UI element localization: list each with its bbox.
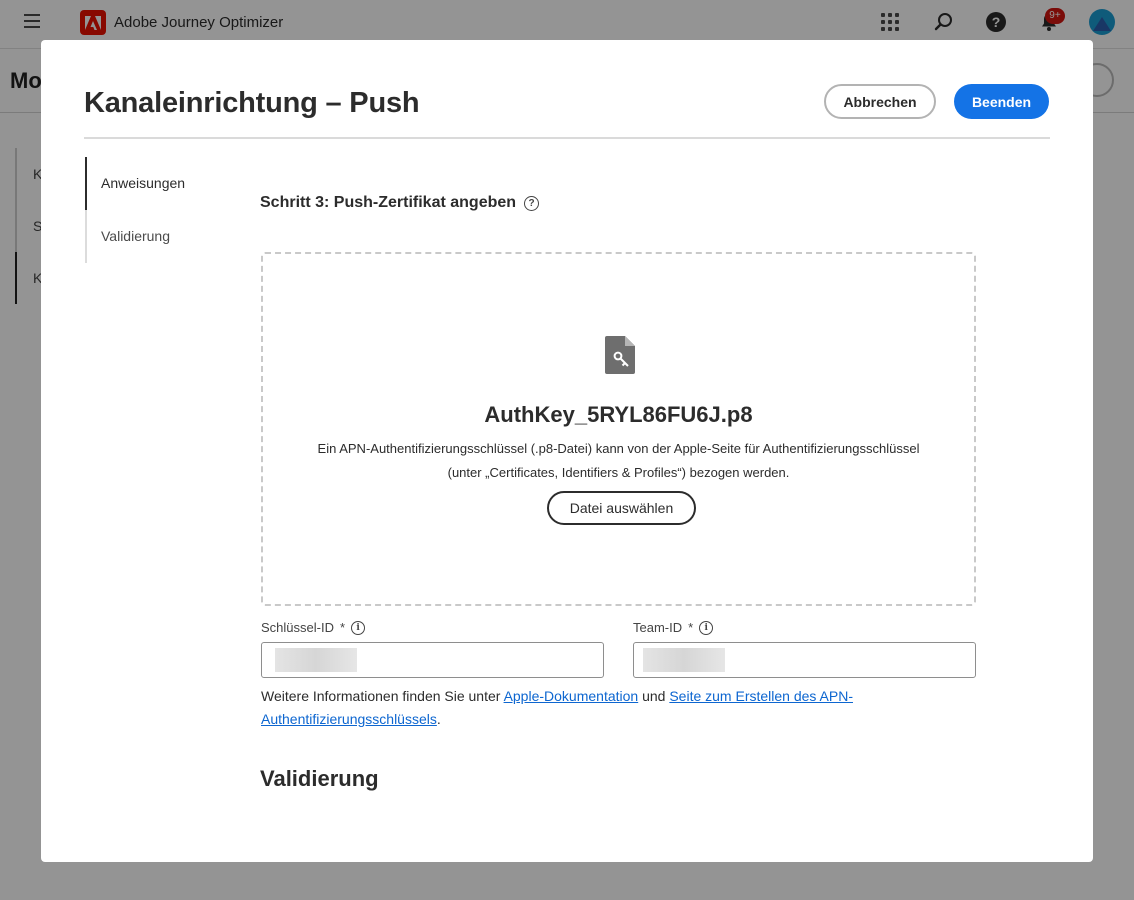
redacted-value: [643, 648, 725, 672]
team-id-label-text: Team-ID: [633, 620, 683, 635]
finish-button[interactable]: Beenden: [954, 84, 1049, 119]
step-heading-text: Schritt 3: Push-Zertifikat angeben: [260, 194, 517, 211]
step-heading: Schritt 3: Push-Zertifikat angeben ?: [260, 194, 540, 212]
info-icon[interactable]: i: [699, 620, 714, 635]
dropzone-description: Ein APN-Authentifizierungsschlüssel (.p8…: [293, 437, 944, 485]
help-circle-icon[interactable]: ?: [524, 195, 540, 211]
modal-title: Kanaleinrichtung – Push: [84, 87, 420, 119]
dropzone-description-line: Ein APN-Authentifizierungsschlüssel (.p8…: [317, 441, 920, 456]
key-id-label: Schlüssel-ID * i: [261, 620, 366, 635]
required-mark: *: [688, 620, 694, 635]
key-id-label-text: Schlüssel-ID: [261, 620, 334, 635]
modal-side-nav: Anweisungen Validierung: [85, 157, 225, 263]
apple-docs-link[interactable]: Apple-Dokumentation: [504, 688, 639, 704]
more-info-text: Weitere Informationen finden Sie unter A…: [261, 685, 961, 731]
info-icon[interactable]: i: [351, 620, 366, 635]
file-name: AuthKey_5RYL86FU6J.p8: [484, 402, 753, 427]
file-key-icon: [605, 336, 635, 374]
more-info-suffix: .: [436, 711, 441, 727]
cancel-button[interactable]: Abbrechen: [824, 84, 936, 119]
more-info-middle: und: [638, 688, 670, 704]
side-nav-item-validation[interactable]: Validierung: [85, 210, 225, 263]
modal-divider: [84, 137, 1050, 139]
dropzone-description-line: (unter „Certificates, Identifiers & Prof…: [447, 465, 790, 480]
choose-file-button[interactable]: Datei auswählen: [547, 491, 696, 525]
required-mark: *: [339, 620, 346, 635]
validation-heading: Validierung: [260, 766, 379, 791]
file-dropzone[interactable]: AuthKey_5RYL86FU6J.p8 Ein APN-Authentifi…: [261, 252, 976, 606]
more-info-prefix: Weitere Informationen finden Sie unter: [261, 688, 504, 704]
team-id-label: Team-ID * i: [633, 620, 714, 635]
channel-setup-modal: Kanaleinrichtung – Push Abbrechen Beende…: [41, 40, 1093, 862]
redacted-value: [275, 648, 357, 672]
side-nav-item-instructions[interactable]: Anweisungen: [85, 157, 225, 210]
